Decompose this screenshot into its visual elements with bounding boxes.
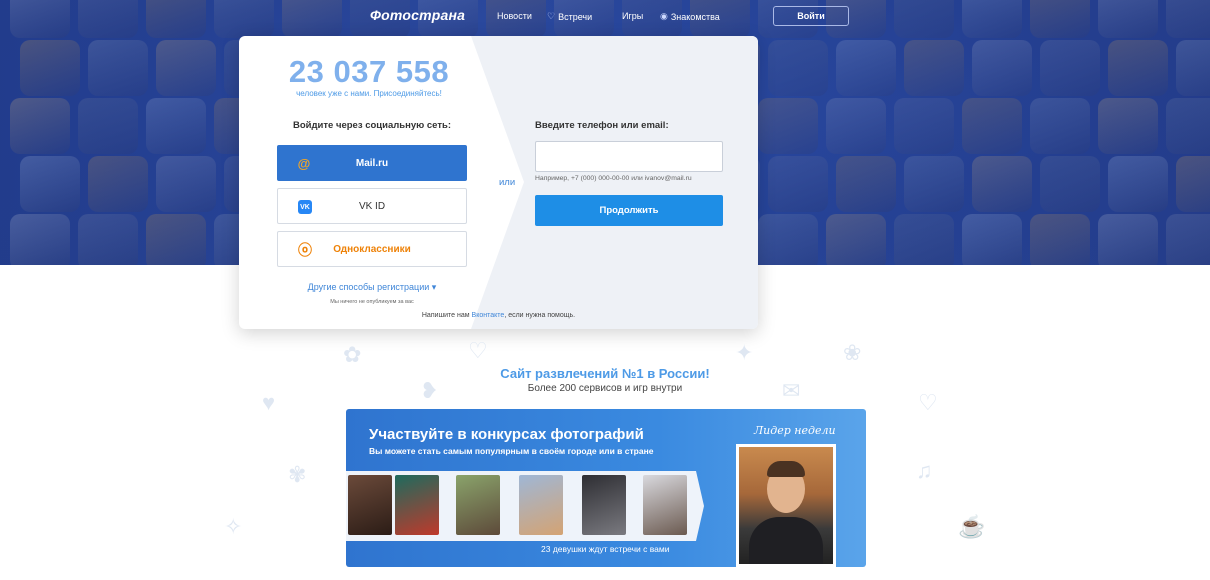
- contest-photo[interactable]: [643, 475, 687, 535]
- nav-item-label: Встречи: [558, 11, 593, 22]
- mailru-label: Mail.ru: [355, 157, 389, 169]
- continue-button[interactable]: Продолжить: [535, 195, 723, 226]
- vk-label: VK ID: [358, 200, 386, 212]
- login-button[interactable]: Войти: [773, 6, 849, 26]
- promo-subtitle: Более 200 сервисов и игр внутри: [527, 383, 683, 394]
- or-divider: или: [499, 177, 516, 188]
- no-publish-note: Мы ничего не опубликуем за вас: [330, 299, 414, 305]
- other-ways-label: Другие способы регистрации: [307, 282, 430, 292]
- contest-photo[interactable]: [395, 475, 439, 535]
- promo-title: Сайт развлечений №1 в России!: [500, 366, 710, 381]
- ice-cream-doodle-icon: ✦: [735, 340, 754, 365]
- phone-email-input[interactable]: [535, 141, 723, 172]
- banner-title: Участвуйте в конкурсах фотографий: [369, 426, 644, 443]
- music-notes-doodle-icon: ♫: [916, 458, 933, 483]
- vk-login-button[interactable]: VK VK ID: [277, 188, 467, 224]
- nav-item-news[interactable]: Новости: [497, 11, 532, 21]
- leader-body: [749, 517, 823, 564]
- cup-doodle-icon: ☕: [958, 514, 986, 539]
- leader-photo: [739, 447, 833, 564]
- ok-icon: ⓞ: [298, 242, 312, 258]
- vkontakte-help-link[interactable]: Вконтакте: [472, 312, 505, 319]
- leader-photo-frame[interactable]: [736, 444, 836, 567]
- vk-icon: VK: [298, 200, 312, 214]
- nav-item-label: Знакомства: [670, 11, 720, 22]
- nav-item-label: Новости: [497, 11, 532, 21]
- globe-doodle-icon: ✿: [343, 342, 362, 367]
- flower-doodle-icon: ❀: [843, 340, 862, 365]
- mailru-icon: @: [297, 155, 311, 171]
- nav-item-label: Игры: [622, 11, 644, 21]
- balloon-doodle-icon: ♡: [468, 338, 488, 363]
- nav-item-meetings[interactable]: ♡ Встречи: [547, 11, 592, 22]
- leader-of-week-label: Лидер недели: [754, 424, 836, 437]
- nav-item-dating[interactable]: ◉ Знакомства: [660, 11, 720, 22]
- banner-caption: 23 девушки ждут встречи с вами: [541, 544, 670, 554]
- site-logo[interactable]: Фотострана: [370, 7, 465, 23]
- login-card: 23 037 558 человек уже с нами. Присоедин…: [239, 36, 758, 329]
- phone-email-hint: Например, +7 (000) 000-00-00 или ivanov@…: [535, 175, 692, 182]
- ok-label: Одноклассники: [333, 243, 411, 255]
- help-suffix: , если нужна помощь.: [504, 312, 576, 319]
- contest-photo[interactable]: [456, 475, 500, 535]
- contest-photo[interactable]: [582, 475, 626, 535]
- nav-item-games[interactable]: Игры: [622, 11, 643, 21]
- bow-doodle-icon: ✧: [224, 514, 243, 539]
- heart-icon: ♡: [547, 11, 556, 21]
- top-nav: Фотострана Новости ♡ Встречи Игры ◉ Знак…: [0, 0, 1210, 34]
- leader-hair: [767, 461, 805, 477]
- mailru-login-button[interactable]: @ Mail.ru: [277, 145, 467, 181]
- chevron-down-icon: ▾: [431, 282, 437, 292]
- banner-subtitle: Вы можете стать самым популярным в своём…: [369, 446, 654, 456]
- social-login-title: Войдите через социальную сеть:: [293, 120, 451, 131]
- globe-icon: ◉: [660, 11, 668, 21]
- ok-login-button[interactable]: ⓞ Одноклассники: [277, 231, 467, 267]
- counter-subtitle: человек уже с нами. Присоединяйтесь!: [296, 89, 442, 98]
- contest-photo[interactable]: [348, 475, 392, 535]
- photo-contest-banner[interactable]: Участвуйте в конкурсах фотографий Вы мож…: [346, 409, 866, 567]
- help-line: Напишите нам Вконтакте, если нужна помощ…: [239, 312, 758, 319]
- contest-photo[interactable]: [519, 475, 563, 535]
- phone-email-title: Введите телефон или email:: [535, 120, 669, 131]
- other-registration-link[interactable]: Другие способы регистрации ▾: [277, 282, 467, 293]
- user-counter: 23 037 558: [288, 54, 450, 89]
- help-prefix: Напишите нам: [421, 312, 470, 319]
- rose-doodle-icon: ✾: [288, 462, 307, 487]
